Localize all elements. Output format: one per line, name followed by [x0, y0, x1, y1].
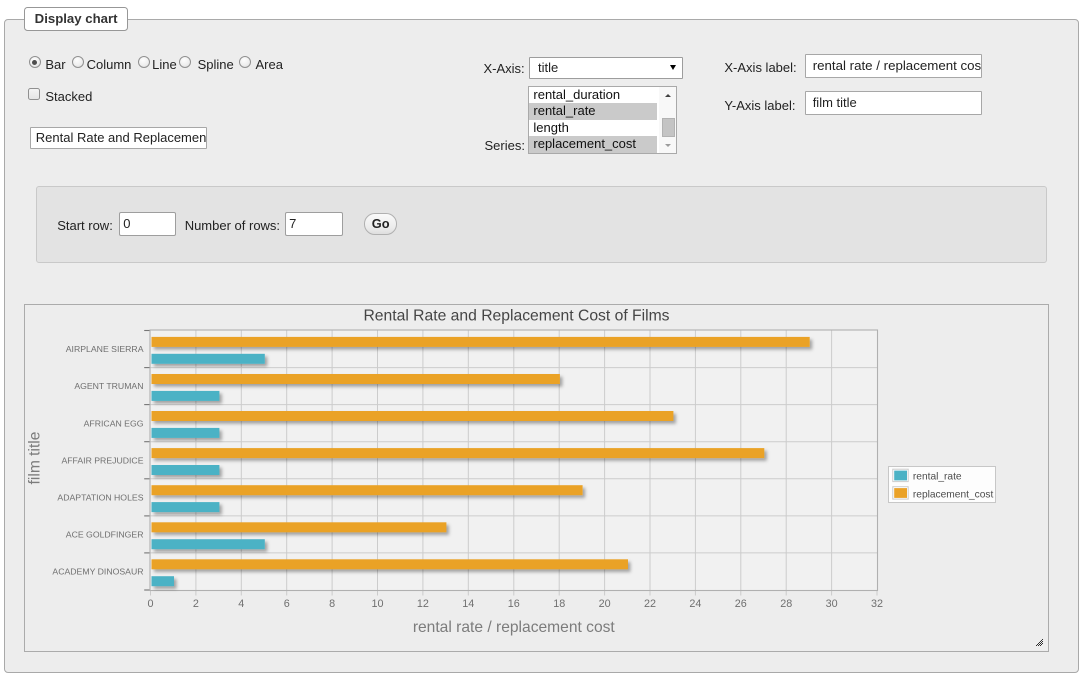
svg-text:30: 30: [826, 598, 838, 610]
svg-text:2: 2: [193, 598, 199, 610]
svg-text:20: 20: [599, 598, 611, 610]
svg-text:rental rate / replacement cost: rental rate / replacement cost: [413, 619, 616, 636]
svg-text:Rental Rate and Replacement Co: Rental Rate and Replacement Cost of Film…: [363, 307, 669, 324]
svg-text:28: 28: [780, 598, 792, 610]
svg-text:8: 8: [329, 598, 335, 610]
svg-text:32: 32: [871, 598, 883, 610]
svg-text:14: 14: [462, 598, 474, 610]
svg-text:4: 4: [238, 598, 244, 610]
svg-text:AFRICAN EGG: AFRICAN EGG: [84, 418, 144, 428]
svg-text:ACADEMY DINOSAUR: ACADEMY DINOSAUR: [52, 567, 143, 577]
svg-text:AFFAIR PREJUDICE: AFFAIR PREJUDICE: [61, 455, 143, 465]
svg-text:18: 18: [553, 598, 565, 610]
svg-text:ACE GOLDFINGER: ACE GOLDFINGER: [66, 530, 144, 540]
svg-text:ADAPTATION HOLES: ADAPTATION HOLES: [57, 492, 143, 502]
svg-text:rental_rate: rental_rate: [913, 471, 962, 482]
svg-text:0: 0: [147, 598, 153, 610]
svg-text:AGENT TRUMAN: AGENT TRUMAN: [74, 381, 143, 391]
svg-text:6: 6: [284, 598, 290, 610]
svg-text:replacement_cost: replacement_cost: [913, 489, 994, 500]
svg-text:10: 10: [371, 598, 383, 610]
svg-text:16: 16: [508, 598, 520, 610]
svg-text:film title: film title: [27, 432, 44, 485]
svg-text:24: 24: [689, 598, 701, 610]
svg-text:AIRPLANE SIERRA: AIRPLANE SIERRA: [66, 344, 144, 354]
svg-text:26: 26: [735, 598, 747, 610]
svg-text:12: 12: [417, 598, 429, 610]
svg-text:22: 22: [644, 598, 656, 610]
